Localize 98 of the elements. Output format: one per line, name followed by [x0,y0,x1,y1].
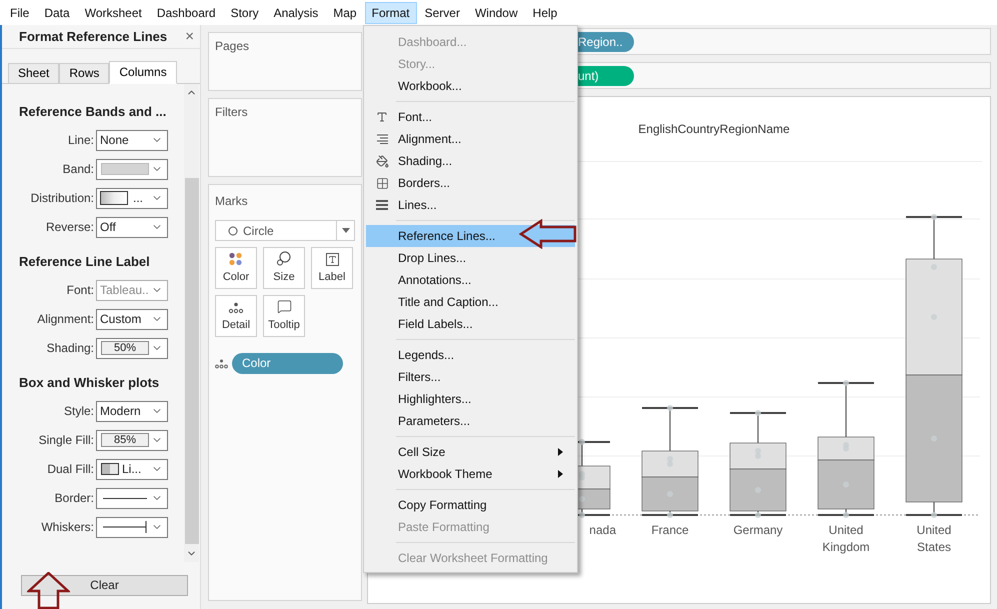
submenu-arrow-icon [558,448,563,456]
field-label: Font: [66,282,95,300]
lasso-icon [276,250,292,266]
menu-item[interactable]: Alignment... [366,128,575,150]
mark-property-button[interactable]: Color [215,247,257,289]
menubar-item[interactable]: Analysis [266,2,326,24]
menu-item[interactable]: Shading... [366,150,575,172]
section-title: Box and Whisker plots [18,374,160,392]
menu-item[interactable]: Highlighters... [366,388,575,410]
field-label: Shading: [46,340,95,358]
line-sample [103,498,147,499]
menu-item[interactable]: Title and Caption... [366,291,575,313]
menubar-item[interactable]: Data [37,2,77,24]
lines-icon [376,200,388,210]
column-header: EnglishCountryRegionName [638,121,790,138]
category-label: Germany [733,522,783,539]
field-label: Border: [54,490,95,508]
format-dropdown[interactable]: None [96,130,168,151]
circle-icon [228,226,238,236]
panel-tab[interactable]: Rows [59,62,110,84]
format-dropdown[interactable]: 50% [96,338,168,359]
dual-swatch [101,463,119,476]
field-label: Whiskers: [40,519,95,536]
field-label: Distribution: [30,190,95,208]
menu-item[interactable]: Legends... [366,344,575,366]
menu-item[interactable]: Field Labels... [366,313,575,335]
card-title: Filters [215,104,249,121]
font-icon [376,111,388,123]
menu-item[interactable]: Font... [366,106,575,128]
menubar-item[interactable]: Server [418,2,467,24]
field-label: Single Fill: [38,432,95,450]
mark-type-dropdown[interactable]: Circle [215,220,355,241]
menu-item[interactable]: Copy Formatting [366,494,575,516]
menubar-item[interactable]: Worksheet [78,2,149,24]
format-dropdown[interactable]: 85% [96,430,168,451]
menubar-item[interactable]: Story [224,2,266,24]
mark-property-button[interactable]: Tooltip [263,295,305,337]
format-dropdown[interactable] [96,488,168,509]
menu-item[interactable]: Parameters... [366,410,575,432]
panel-tab[interactable]: Columns [109,60,177,84]
menubar-item[interactable]: Window [468,2,525,24]
format-dropdown[interactable]: ... [96,188,168,209]
scrollbar[interactable] [184,84,199,562]
section-title: Reference Line Label [18,252,151,271]
mark-property-button[interactable]: Size [263,247,305,289]
close-button[interactable]: × [185,28,194,44]
field-label: Line: [66,132,95,150]
scrollbar-thumb[interactable] [184,178,198,544]
detail-dots-icon [215,358,228,368]
borders-icon [376,176,388,190]
menu-item[interactable]: Borders... [366,172,575,194]
card-title: Pages [215,38,250,55]
gradient-swatch [100,191,128,206]
submenu-arrow-icon [558,470,563,478]
menubar-item[interactable]: Dashboard [150,2,223,24]
menubar-item[interactable]: Format [364,2,417,24]
category-label: France [651,522,689,539]
text-label-icon [326,252,338,266]
field-label: Style: [62,403,95,420]
panel-title: Format Reference Lines [19,28,168,46]
menu-item[interactable]: Annotations... [366,269,575,291]
field-label: Dual Fill: [46,461,95,478]
clear-button[interactable]: Clear [21,574,188,596]
menu-item[interactable]: Lines... [366,194,575,216]
format-dropdown[interactable]: Off [96,216,168,238]
section-title: Reference Bands and ... [18,102,168,121]
tooltip-icon [276,298,292,314]
menu-item[interactable]: Filters... [366,366,575,388]
menu-item[interactable]: Reference Lines... [366,225,575,247]
format-dropdown[interactable]: Modern [96,400,168,422]
format-dropdown[interactable] [96,516,168,538]
whisker-sample [103,521,147,534]
panel-tab[interactable]: Sheet [8,62,60,84]
field-label: Band: [62,161,95,178]
detail-dots-icon [228,302,244,314]
menu-item[interactable]: Drop Lines... [366,247,575,269]
category-label: nada [589,522,616,539]
format-dropdown[interactable]: Custom [96,308,168,330]
band-swatch [101,163,149,176]
paint-bucket-icon [376,154,388,168]
align-right-icon [376,134,388,144]
field-label: Alignment: [36,311,95,328]
mark-property-button[interactable]: Label [311,247,353,289]
menu-item[interactable]: Cell Size [366,441,575,463]
menubar-item[interactable]: Map [326,2,364,24]
category-label: United States [916,522,952,556]
field-label: Reverse: [44,219,95,236]
menubar-item[interactable]: File [3,2,36,24]
menubar-item[interactable]: Help [526,2,564,24]
dropdown-caret-icon [342,228,350,233]
color-dots-icon [228,252,244,266]
category-label: United Kingdom [821,522,871,556]
arrow-annotation [27,572,70,609]
arrow-annotation [519,219,577,249]
mark-property-button[interactable]: Detail [215,295,257,337]
menu-item[interactable]: Workbook Theme [366,463,575,485]
card-title: Marks [215,193,249,210]
format-dropdown[interactable]: Li... [96,458,168,480]
